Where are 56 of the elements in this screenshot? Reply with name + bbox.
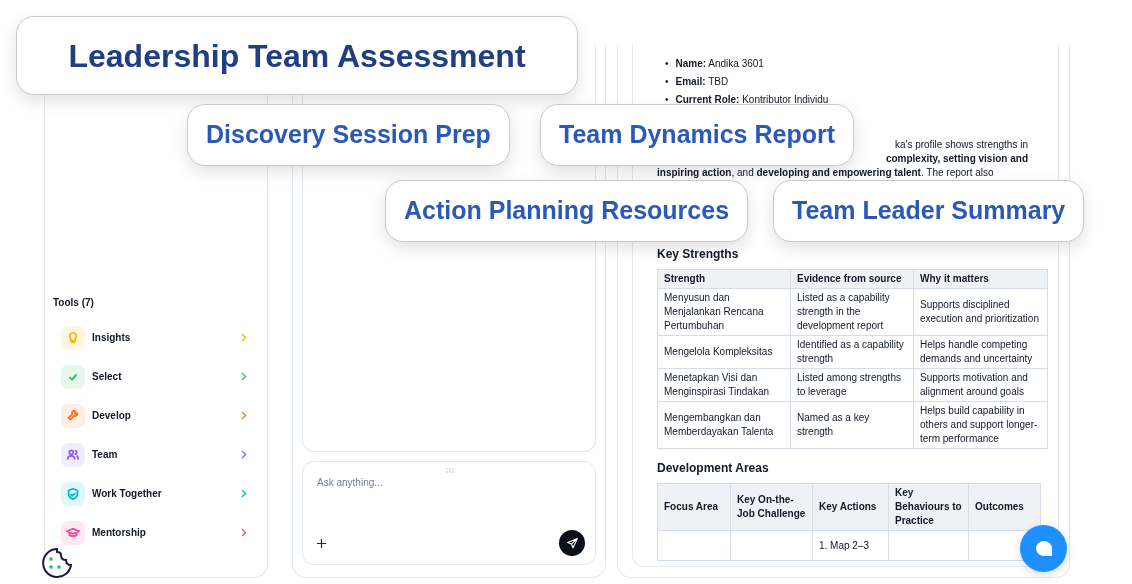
tool-item[interactable]: Develop: [53, 396, 259, 435]
column-header: Strength: [657, 269, 791, 289]
table-cell: Listed as a capability strength in the development report: [790, 288, 914, 336]
section-title: Tools (7): [53, 296, 95, 310]
drag-handle-icon[interactable]: [446, 468, 456, 473]
tool-item[interactable]: Select: [53, 357, 259, 396]
table-cell: Supports disciplined execution and prioritization: [913, 288, 1048, 336]
bullet: •: [665, 57, 669, 71]
section-heading: Development Areas: [657, 460, 770, 477]
bullet: •: [665, 75, 669, 89]
table-cell: Mengelola Kompleksitas: [657, 335, 791, 369]
feature-label: Team Leader Summary: [773, 180, 1085, 242]
plus-icon[interactable]: [317, 538, 326, 548]
profile-field: Name: Andika 3601: [675, 55, 764, 73]
column-header: Outcomes: [968, 483, 1041, 531]
chat-input[interactable]: Ask anything...: [302, 461, 596, 565]
tool-item[interactable]: Mentorship: [53, 513, 259, 552]
tool-item[interactable]: Work Together: [53, 474, 259, 513]
chat-bubble-icon: [1033, 539, 1054, 558]
cookie-icon[interactable]: [41, 547, 73, 579]
column-header: Focus Area: [657, 483, 731, 531]
summary-text: inspiring action, and developing and empowering talent. The report also: [657, 166, 994, 180]
bullet: •: [665, 93, 669, 107]
profile-field: Email: TBD: [675, 73, 729, 91]
chevron-icon: [241, 372, 247, 381]
chevron-icon: [241, 450, 247, 459]
table-cell: Mengembangkan dan Memberdayakan Talenta: [657, 401, 791, 449]
feature-label: Discovery Session Prep: [187, 104, 510, 166]
chevron-icon: [241, 528, 247, 537]
chevron-icon: [241, 489, 247, 498]
table-cell: 1. Map 2–3: [812, 530, 889, 561]
table-cell: Identified as a capability strength: [790, 335, 914, 369]
tool-item[interactable]: Team: [53, 435, 259, 474]
column-header: Evidence from source: [790, 269, 914, 289]
headline-label: Leadership Team Assessment: [16, 16, 578, 95]
column-header: Why it matters: [913, 269, 1048, 289]
chevron-icon: [241, 333, 247, 342]
table-cell: Helps handle competing demands and uncertainty: [913, 335, 1048, 369]
table-cell: Supports motivation and alignment around goals: [913, 368, 1048, 402]
table-cell: Menyusun dan Menjalankan Rencana Pertumbuhan: [657, 288, 791, 336]
feature-label: Action Planning Resources: [385, 180, 749, 242]
column-header: Key On-the-Job Challenge: [730, 483, 813, 531]
table-cell: Helps build capability in others and support longer-term performance: [913, 401, 1048, 449]
table-cell: Named as a key strength: [790, 401, 914, 449]
send-icon: [565, 536, 579, 550]
table-cell: Menetapkan Visi dan Menginspirasi Tindakan: [657, 368, 791, 402]
chevron-icon: [241, 411, 247, 420]
column-header: Key Actions: [812, 483, 889, 531]
tool-item[interactable]: Insights: [53, 318, 259, 357]
section-heading: Key Strengths: [657, 246, 740, 263]
summary-text: ka's profile shows strengths in: [894, 138, 1028, 152]
feature-label: Team Dynamics Report: [540, 104, 854, 166]
send-button[interactable]: [559, 530, 585, 556]
table-cell: Listed among strengths to leverage: [790, 368, 914, 402]
summary-text: complexity, setting vision and: [885, 152, 1028, 166]
column-header: Key Behaviours to Practice: [888, 483, 969, 531]
